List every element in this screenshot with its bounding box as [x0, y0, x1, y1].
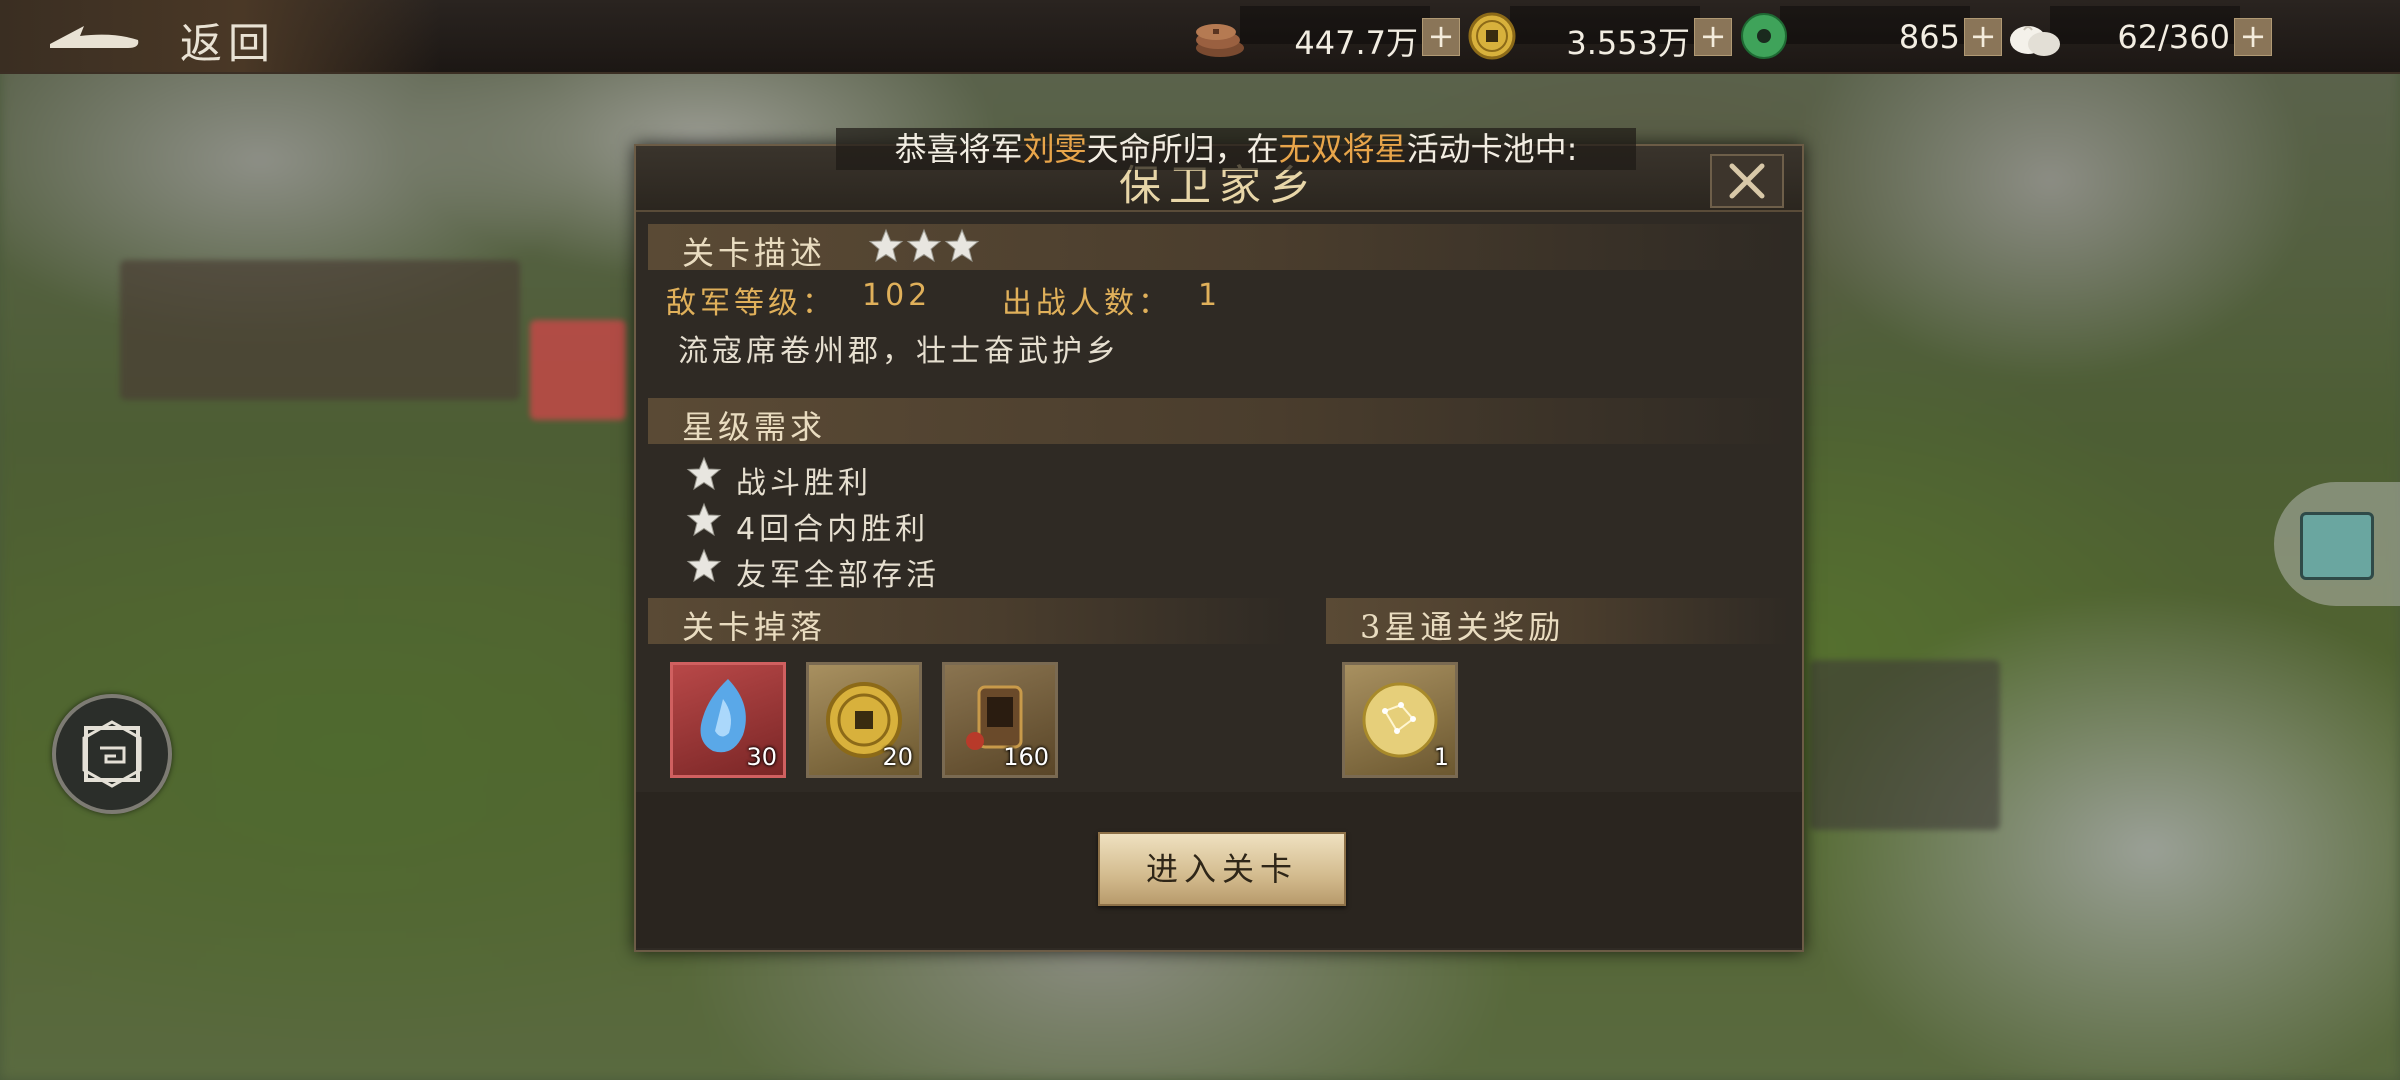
gold-plus-button[interactable]: +	[1694, 18, 1732, 56]
banner-prefix: 恭喜将军	[894, 130, 1023, 168]
drops-label: 关卡掉落	[682, 608, 827, 646]
banner-suffix: 活动卡池中:	[1406, 130, 1578, 168]
copper-plus-button[interactable]: +	[1422, 18, 1460, 56]
side-panel-tab[interactable]	[2274, 482, 2400, 606]
requirement-item: 战斗胜利	[736, 466, 872, 501]
codex-button[interactable]	[52, 694, 172, 814]
stamina-bun-icon	[2010, 26, 2060, 56]
three-star-reward-item[interactable]: 1	[1342, 662, 1458, 778]
drop-item[interactable]: 30	[670, 662, 786, 778]
tablet-icon	[2300, 512, 2374, 580]
banner-pool-name: 无双将星	[1278, 130, 1407, 168]
banner-middle: 天命所归，在	[1086, 130, 1279, 168]
close-button[interactable]	[1710, 154, 1784, 208]
jade-value: 865	[1898, 18, 1960, 56]
banner-general-name: 刘雯	[1022, 130, 1087, 168]
team-size-value: 1	[1198, 278, 1222, 313]
copper-coins-icon	[1196, 24, 1244, 57]
requirement-item: 4回合内胜利	[736, 512, 930, 547]
gold-value: 3.553万	[1566, 24, 1690, 62]
back-label: 返回	[180, 19, 277, 68]
close-icon	[1729, 163, 1765, 199]
difficulty-star-icon	[868, 228, 904, 263]
stage-description: 流寇席卷州郡，壮士奋武护乡	[678, 334, 1120, 369]
jade-disc-icon	[1741, 13, 1787, 59]
star-requirement-section-bar: 星级需求	[648, 398, 1788, 446]
drops-section-bar: 关卡掉落	[648, 598, 1288, 646]
back-button[interactable]: 返回	[0, 0, 440, 72]
drop-count: 30	[746, 743, 777, 771]
gold-coin-icon	[1468, 12, 1516, 60]
stage-dialog: 保卫家乡 恭喜将军刘雯天命所归，在无双将星活动卡池中: 关卡描述 敌军等级： 1…	[634, 128, 1804, 952]
stamina-plus-button[interactable]: +	[2234, 18, 2272, 56]
requirement-item: 友军全部存活	[736, 558, 940, 593]
back-arrow-icon	[50, 26, 139, 48]
enemy-level-label: 敌军等级：	[666, 286, 836, 321]
stamina-value: 62/360	[2117, 18, 2230, 56]
drop-item[interactable]: 160	[942, 662, 1058, 778]
three-star-section-bar: 3星通关奖励	[1326, 598, 1788, 646]
top-bar: 返回 447.7万 + 3.553万 + 865 + 62/360 +	[0, 0, 2400, 74]
copper-value: 447.7万	[1294, 24, 1418, 62]
dialog-footer: 进入关卡	[636, 792, 1802, 948]
team-size-label: 出战人数：	[1002, 286, 1172, 321]
drop-item[interactable]: 20	[806, 662, 922, 778]
codex-icon	[82, 720, 142, 788]
announcement-banner: 恭喜将军刘雯天命所归，在无双将星活动卡池中:	[836, 128, 1636, 170]
difficulty-star-icon	[906, 228, 942, 263]
star-requirement-label: 星级需求	[682, 408, 827, 446]
requirement-star-icon	[686, 456, 722, 491]
map-building-left	[120, 260, 520, 400]
reward-count: 1	[1433, 743, 1449, 771]
map-building-right	[1810, 660, 2000, 830]
jade-plus-button[interactable]: +	[1964, 18, 2002, 56]
description-section-bar: 关卡描述	[648, 224, 1788, 272]
map-marker-red	[530, 320, 626, 420]
description-label: 关卡描述	[682, 234, 827, 272]
three-star-label: 3星通关奖励	[1360, 608, 1565, 646]
difficulty-star-icon	[944, 228, 980, 263]
enter-stage-button[interactable]: 进入关卡	[1098, 832, 1346, 906]
requirement-star-icon	[686, 548, 722, 583]
drop-count: 20	[882, 743, 913, 771]
enemy-level-value: 102	[862, 278, 932, 313]
drop-count: 160	[1003, 743, 1049, 771]
requirement-star-icon	[686, 502, 722, 537]
